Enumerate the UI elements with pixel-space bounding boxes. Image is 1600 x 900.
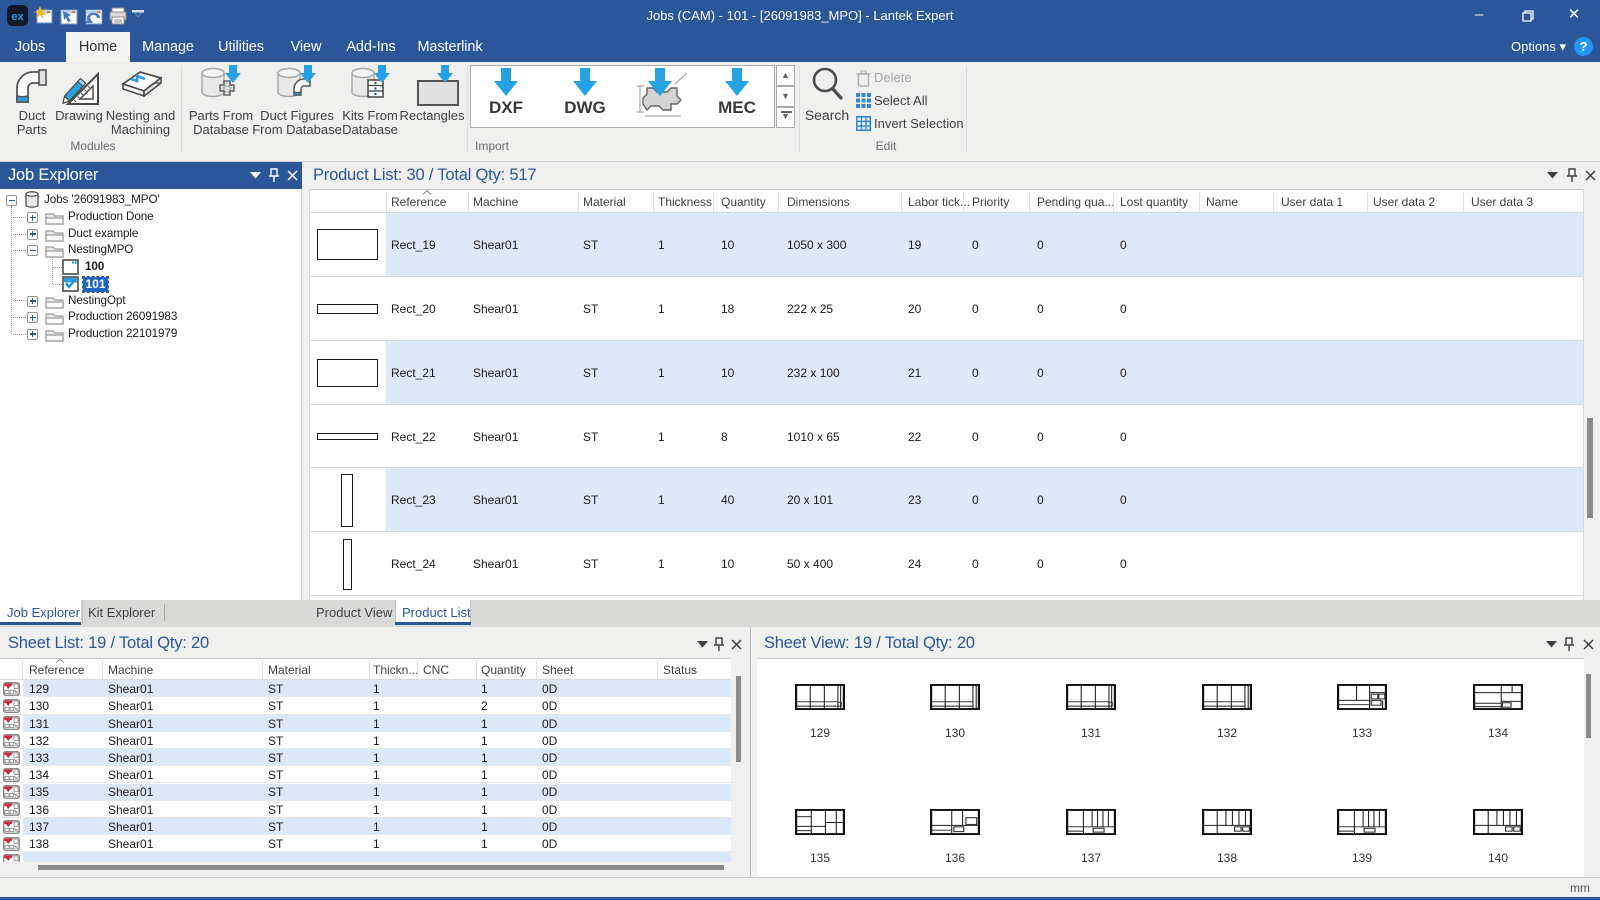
svg-text:ex: ex xyxy=(11,11,24,23)
